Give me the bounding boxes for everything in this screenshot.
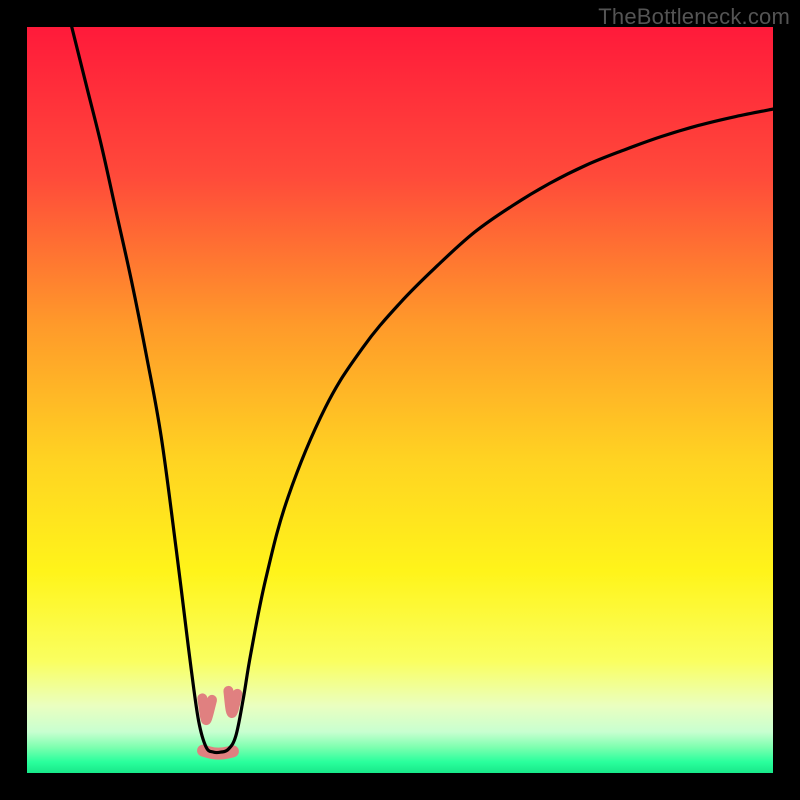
nub-left	[202, 698, 212, 720]
chart-svg	[27, 27, 773, 773]
chart-frame: TheBottleneck.com	[0, 0, 800, 800]
chart-plot-area	[27, 27, 773, 773]
nub-right	[228, 691, 237, 713]
watermark-label: TheBottleneck.com	[598, 4, 790, 30]
gradient-bg	[27, 27, 773, 773]
